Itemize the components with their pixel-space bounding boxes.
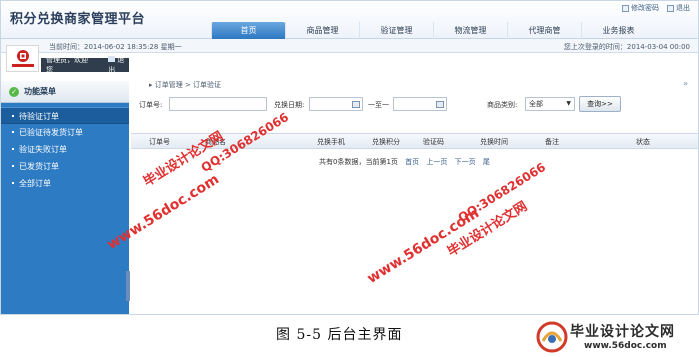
query-button[interactable]: 查询>> [579, 96, 621, 112]
sidebar-splitter-handle[interactable] [126, 271, 130, 301]
sidebar-item-verified-pending-shipment[interactable]: 已验证待发货订单 [1, 124, 129, 141]
current-time: 当前时间：2014-06-02 18:35:28 星期一 [49, 43, 182, 51]
pagination: 共有0条数据，当前第1页 首页 上一页 下一页 尾 [319, 157, 490, 167]
exit-link[interactable]: 退出 [667, 3, 690, 13]
last-login-time: 您上次登录的时间：2014-03-04 00:00 [563, 43, 690, 51]
column-header-status: 状态 [636, 138, 650, 146]
brand-emblem-icon [536, 321, 568, 353]
company-logo [6, 45, 39, 72]
column-header-points: 兑换积分 [372, 138, 400, 146]
header: 积分兑换商家管理平台 修改密码 退出 首页 商品管理 验证管理 物流管理 代理商… [1, 1, 698, 39]
tab-logistics-management[interactable]: 物流管理 [433, 22, 507, 39]
order-number-input[interactable] [169, 97, 267, 111]
collapse-icon[interactable]: » [683, 79, 688, 88]
tab-verification-management[interactable]: 验证管理 [359, 22, 433, 39]
sidebar-item-verification-failed[interactable]: 验证失败订单 [1, 141, 129, 158]
tab-agent-management[interactable]: 代理商管 [507, 22, 581, 39]
check-icon: ✓ [9, 86, 19, 97]
exit-icon [667, 4, 674, 12]
filter-bar: 订单号: 兑换日期: 一至一 商品类别: 全部 ▼ 查询>> [139, 96, 694, 113]
tab-home[interactable]: 首页 [211, 22, 285, 39]
status-bar: 当前时间：2014-06-02 18:35:28 星期一 您上次登录的时间：20… [1, 39, 698, 53]
user-bar: 管理员，欢迎您 退出 [41, 55, 129, 75]
user-greeting: 管理员，欢迎您 [46, 56, 88, 74]
chevron-down-icon: ▼ [566, 100, 571, 107]
sidebar-title: 功能菜单 [24, 87, 56, 96]
app-window: 积分兑换商家管理平台 修改密码 退出 首页 商品管理 验证管理 物流管理 代理商… [0, 0, 699, 315]
brand-logo: 毕业设计论文网 www.56doc.com [536, 320, 696, 354]
brand-name: 毕业设计论文网 [570, 324, 675, 340]
top-links: 修改密码 退出 [622, 3, 690, 13]
end-date-input[interactable] [393, 97, 447, 111]
figure-caption: 图 5-5 后台主界面 [276, 327, 403, 343]
change-password-link[interactable]: 修改密码 [622, 3, 659, 13]
exchange-date-label: 兑换日期: [274, 101, 305, 109]
column-header-exchange-time: 兑换时间 [480, 138, 508, 146]
edit-icon [622, 4, 629, 12]
tab-product-management[interactable]: 商品管理 [285, 22, 359, 39]
column-header-phone: 兑换手机 [317, 138, 345, 146]
first-page-link[interactable]: 首页 [405, 158, 419, 166]
prev-page-link[interactable]: 上一页 [426, 158, 447, 166]
category-value: 全部 [529, 100, 543, 108]
pagination-summary: 共有0条数据，当前第1页 [319, 158, 398, 166]
column-header-order-number: 订单号 [149, 138, 170, 146]
tab-business-reports[interactable]: 业务报表 [581, 22, 655, 39]
last-page-link[interactable]: 尾 [483, 158, 490, 166]
sidebar-item-shipped[interactable]: 已发货订单 [1, 158, 129, 175]
date-range-separator: 一至一 [368, 101, 389, 109]
calendar-icon[interactable] [436, 101, 444, 108]
logout-icon [108, 56, 116, 62]
calendar-icon[interactable] [352, 101, 360, 108]
change-password-label: 修改密码 [631, 4, 659, 12]
sidebar-item-all-orders[interactable]: 全部订单 [1, 175, 129, 192]
main-nav: 首页 商品管理 验证管理 物流管理 代理商管 业务报表 [211, 22, 655, 39]
breadcrumb: ▸ 订单管理 > 订单验证 [149, 81, 222, 89]
user-logout-button[interactable]: 退出 [108, 55, 129, 75]
category-label: 商品类别: [487, 101, 518, 109]
category-select[interactable]: 全部 ▼ [525, 97, 575, 111]
sidebar-item-pending-verification[interactable]: 待验证订单 [1, 107, 129, 124]
start-date-input[interactable] [309, 97, 363, 111]
sidebar-menu: 待验证订单 已验证待发货订单 验证失败订单 已发货订单 全部订单 [1, 107, 129, 192]
logo-icon [11, 49, 34, 67]
order-number-label: 订单号: [139, 101, 163, 109]
column-header-verification-code: 验证码 [423, 138, 444, 146]
exit-label: 退出 [676, 4, 690, 12]
sidebar: ✓ 功能菜单 待验证订单 已验证待发货订单 验证失败订单 已发货订单 全部订单 [1, 81, 130, 314]
brand-url: www.56doc.com [584, 341, 667, 351]
sidebar-header[interactable]: ✓ 功能菜单 [1, 81, 129, 103]
column-header-remark: 备注 [545, 138, 559, 146]
app-title: 积分兑换商家管理平台 [10, 12, 146, 27]
next-page-link[interactable]: 下一页 [455, 158, 476, 166]
main-content: ▸ 订单管理 > 订单验证 » 订单号: 兑换日期: 一至一 商品类别: 全部 … [131, 73, 698, 314]
